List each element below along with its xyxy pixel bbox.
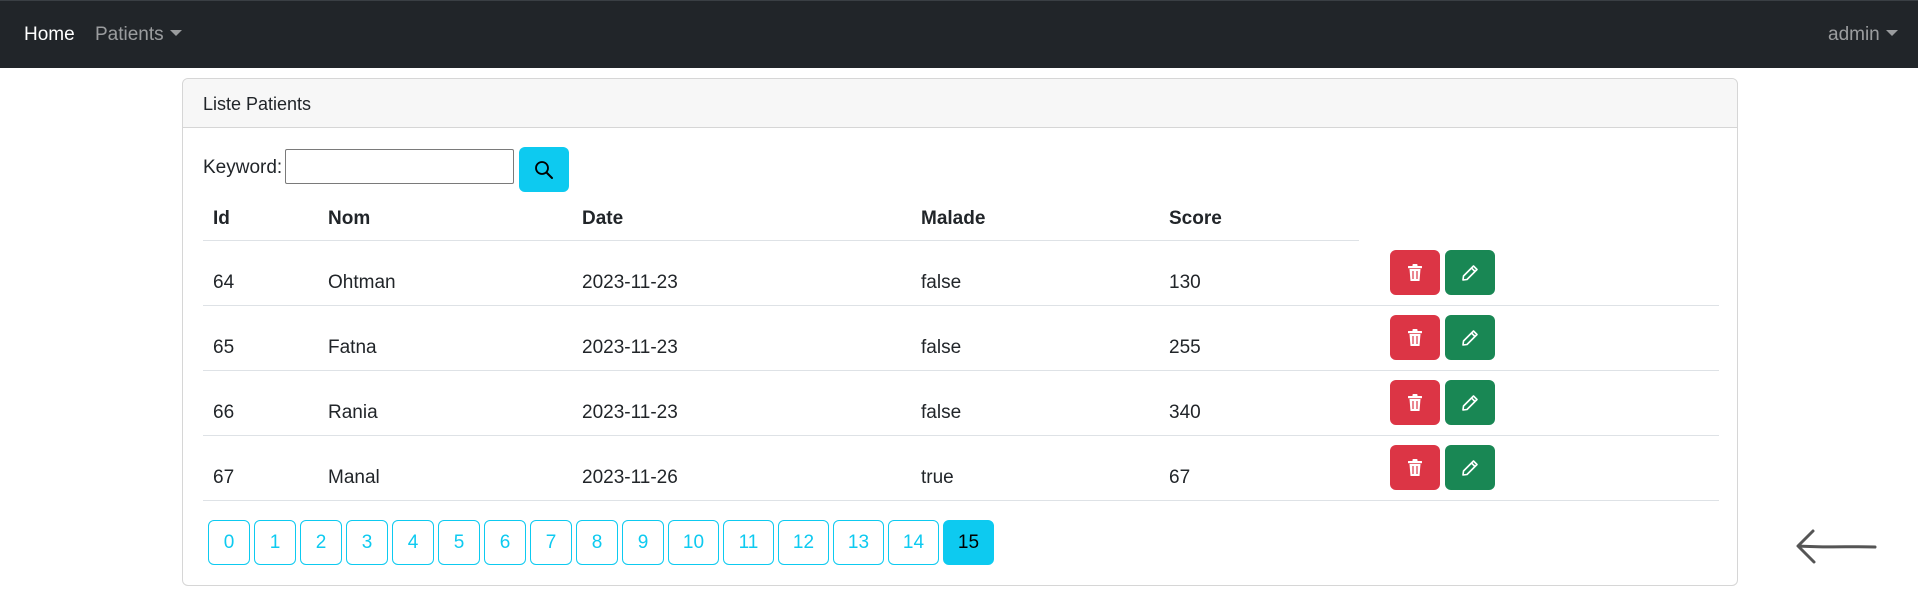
table-row: 64 Ohtman 2023-11-23 false 130 <box>203 241 1719 306</box>
cell-nom: Fatna <box>328 337 377 358</box>
delete-button[interactable] <box>1390 380 1440 425</box>
page-button[interactable]: 14 <box>888 520 939 565</box>
cell-date: 2023-11-23 <box>582 272 678 293</box>
edit-button[interactable] <box>1445 380 1495 425</box>
pencil-icon <box>1462 329 1478 346</box>
trash-icon <box>1408 458 1422 476</box>
trash-icon <box>1408 393 1422 411</box>
header-date: Date <box>582 208 624 229</box>
cell-score: 130 <box>1169 272 1201 293</box>
cell-nom: Ohtman <box>328 272 396 293</box>
keyword-label: Keyword: <box>203 157 283 178</box>
card-title: Liste Patients <box>203 94 312 114</box>
navbar: Home Patients admin <box>0 0 1918 68</box>
nav-home-link[interactable]: Home <box>24 23 75 47</box>
table-row: 65 Fatna 2023-11-23 false 255 <box>203 306 1719 371</box>
cell-score: 67 <box>1169 467 1191 488</box>
page-button[interactable]: 7 <box>530 520 572 565</box>
cell-date: 2023-11-26 <box>582 467 678 488</box>
cell-nom: Manal <box>328 467 380 488</box>
edit-button[interactable] <box>1445 445 1495 490</box>
cell-score: 255 <box>1169 337 1201 358</box>
header-nom: Nom <box>328 208 371 229</box>
chevron-down-icon <box>169 30 182 36</box>
page-button[interactable]: 2 <box>300 520 342 565</box>
chevron-down-icon <box>1885 30 1898 36</box>
nav-user-label: admin <box>1828 24 1880 45</box>
page-button[interactable]: 8 <box>576 520 618 565</box>
cell-id: 66 <box>213 402 235 423</box>
edit-button[interactable] <box>1445 250 1495 295</box>
cell-nom: Rania <box>328 402 378 423</box>
page-button[interactable]: 9 <box>622 520 664 565</box>
nav-user-dropdown[interactable]: admin <box>1828 23 1898 47</box>
cell-malade: false <box>921 402 962 423</box>
page-button[interactable]: 11 <box>723 520 774 565</box>
card-header: Liste Patients <box>183 79 1737 128</box>
cell-id: 65 <box>213 337 235 358</box>
search-icon <box>535 160 553 179</box>
table-row: 67 Manal 2023-11-26 true 67 <box>203 436 1719 501</box>
pencil-icon <box>1462 264 1478 281</box>
pencil-icon <box>1462 459 1478 476</box>
cell-malade: false <box>921 337 962 358</box>
page-button[interactable]: 5 <box>438 520 480 565</box>
patients-card: Liste Patients Keyword: Id Nom Date Mala… <box>182 78 1877 586</box>
page-button[interactable]: 13 <box>833 520 884 565</box>
trash-icon <box>1408 263 1422 281</box>
cell-date: 2023-11-23 <box>582 402 678 423</box>
pencil-icon <box>1462 394 1478 411</box>
arrow-annotation-icon <box>1796 529 1877 564</box>
delete-button[interactable] <box>1390 250 1440 295</box>
keyword-input[interactable] <box>285 149 514 184</box>
cell-score: 340 <box>1169 402 1201 423</box>
page-button[interactable]: 12 <box>778 520 829 565</box>
trash-icon <box>1408 328 1422 346</box>
pagination: 0 1 2 3 4 5 6 7 8 9 10 11 12 13 14 15 <box>208 520 994 565</box>
search-button[interactable] <box>519 147 569 192</box>
header-score: Score <box>1169 208 1222 229</box>
cell-id: 67 <box>213 467 235 488</box>
delete-button[interactable] <box>1390 315 1440 360</box>
edit-button[interactable] <box>1445 315 1495 360</box>
nav-patients-dropdown[interactable]: Patients <box>95 23 182 47</box>
page-button[interactable]: 3 <box>346 520 388 565</box>
header-id: Id <box>213 208 230 229</box>
cell-malade: true <box>921 467 954 488</box>
cell-id: 64 <box>213 272 235 293</box>
delete-button[interactable] <box>1390 445 1440 490</box>
page-button[interactable]: 4 <box>392 520 434 565</box>
page-button-current[interactable]: 15 <box>943 520 994 565</box>
table-row: 66 Rania 2023-11-23 false 340 <box>203 371 1719 436</box>
cell-malade: false <box>921 272 962 293</box>
nav-patients-label: Patients <box>95 24 164 45</box>
cell-date: 2023-11-23 <box>582 337 678 358</box>
page-button[interactable]: 6 <box>484 520 526 565</box>
page-button[interactable]: 1 <box>254 520 296 565</box>
page-button[interactable]: 10 <box>668 520 719 565</box>
header-malade: Malade <box>921 208 986 229</box>
page-button[interactable]: 0 <box>208 520 250 565</box>
